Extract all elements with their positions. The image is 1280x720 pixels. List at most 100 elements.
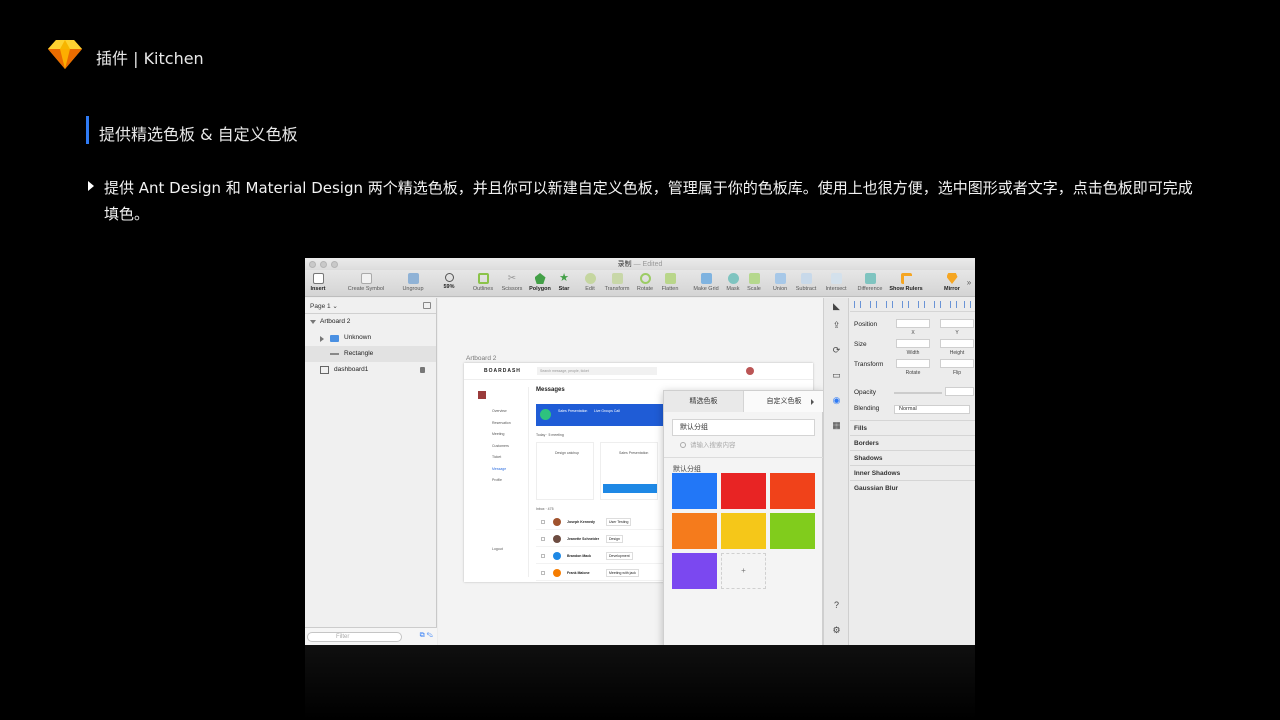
layers-stack-icon[interactable]: ▭ [831,370,842,381]
transform-button[interactable]: Transform [601,273,633,292]
blending-select[interactable]: Normal [894,405,970,414]
width-field[interactable] [896,339,930,348]
tab-curated-palettes[interactable]: 精选色板 [664,391,744,412]
add-page-icon[interactable] [423,302,431,309]
row-name: Jeanette Schneider [567,537,600,541]
artboard-label[interactable]: Artboard 2 [466,355,496,362]
flatten-button[interactable]: Flatten [657,273,683,292]
create-symbol-button[interactable]: Create Symbol [345,273,387,292]
align-top-icon[interactable] [918,301,925,308]
color-swatch[interactable] [770,513,815,549]
color-swatch[interactable] [672,553,717,589]
rotate-button[interactable]: Rotate [634,273,656,292]
align-bottom-icon[interactable] [950,301,957,308]
sketch-logo-icon [48,40,82,69]
scissors-icon: ✂ [507,273,517,284]
color-swatch[interactable] [672,473,717,509]
palette-tabs: 精选色板 自定义色板 [664,391,824,412]
color-swatch[interactable] [672,513,717,549]
shadows-section[interactable]: Shadows [850,450,975,465]
blending-label: Blending [854,405,880,412]
position-y-field[interactable] [940,319,974,328]
dashboard-nav-item: Customers [492,443,509,448]
row-name: Joseph Kennedy [567,520,596,524]
inbox-label: Inbox · 475 [536,507,554,511]
make-grid-button[interactable]: Make Grid [691,273,721,292]
layer-row-dashboard[interactable]: dashboard1 [305,362,436,378]
rotate-field[interactable] [896,359,930,368]
distribute-vertical-icon[interactable] [964,301,971,308]
layer-row-group[interactable]: Unknown [305,330,436,346]
card-action-bar [603,484,657,493]
color-swatch[interactable] [721,513,766,549]
color-swatch[interactable] [721,473,766,509]
distribute-icon[interactable] [870,301,877,308]
meeting-card: Sales Presentation [600,442,658,500]
chevron-right-icon[interactable] [811,399,814,405]
palette-popover: 精选色板 自定义色板 默认分组 请输入搜索内容 默认分组 + [663,390,824,645]
color-swatch[interactable] [770,473,815,509]
star-button[interactable]: ★ Star [554,273,574,293]
align-center-icon[interactable] [886,301,893,308]
ungroup-button[interactable]: Ungroup [399,273,427,292]
union-button[interactable]: Union [769,273,791,292]
subtract-button[interactable]: Subtract [792,273,820,292]
toolbar-overflow-icon[interactable]: » [965,278,973,287]
fills-section[interactable]: Fills [850,420,975,435]
lock-icon[interactable] [420,367,425,373]
banner-avatar-icon [540,409,551,420]
transform-icon [611,273,623,284]
opacity-slider[interactable] [894,392,942,394]
help-icon[interactable]: ? [831,600,842,611]
section-title: 提供精选色板 & 自定义色板 [99,125,298,144]
opacity-field[interactable] [945,387,974,396]
scissors-button[interactable]: ✂ Scissors [499,273,525,292]
outlines-button[interactable]: Outlines [471,273,495,292]
add-swatch-button[interactable]: + [721,553,766,589]
banner-title: Sales Presentation [558,409,588,413]
align-middle-icon[interactable] [934,301,941,308]
meeting-card-title: Sales Presentation [619,451,649,455]
height-label: Height [949,350,965,356]
show-rulers-button[interactable]: Show Rulers [889,273,923,292]
borders-section[interactable]: Borders [850,435,975,450]
row-tag: Development [606,552,633,560]
avatar [553,535,561,543]
dashboard-nav-item: Message [492,466,507,471]
slide-title: 插件 | Kitchen [96,49,204,68]
polygon-button[interactable]: Polygon [527,273,553,292]
disclosure-down-icon[interactable] [310,320,316,324]
table-icon[interactable]: ▦ [831,420,842,431]
edit-button[interactable]: Edit [580,273,600,292]
dashboard-logout: Logout [492,547,503,551]
height-field[interactable] [940,339,974,348]
layer-row-rectangle[interactable]: Rectangle [305,346,436,362]
filter-options-icon[interactable]: ⧉ ✎ [420,632,433,640]
insert-button[interactable]: Insert [309,273,327,292]
zoom-control[interactable]: 59% [433,273,465,290]
mirror-button[interactable]: Mirror [941,273,963,292]
page-selector[interactable]: Page 1 ⌄ [305,298,436,314]
difference-button[interactable]: Difference [853,273,887,292]
gaussian-blur-section[interactable]: Gaussian Blur [850,480,975,495]
layer-row-artboard[interactable]: Artboard 2 [305,314,436,330]
palette-search-input[interactable]: 请输入搜索内容 [672,440,815,452]
group-selector[interactable]: 默认分组 [672,419,815,436]
layer-filter-input[interactable]: Filter [307,632,402,642]
intersect-button[interactable]: Intersect [821,273,851,292]
upload-icon[interactable]: ⇪ [831,320,842,331]
kitchen-icon[interactable]: ◣ [831,301,842,312]
mask-button[interactable]: Mask [723,273,743,292]
palette-icon[interactable]: ◉ [831,395,842,406]
settings-icon[interactable]: ⚙ [831,625,842,636]
align-left-icon[interactable] [854,301,861,308]
position-x-field[interactable] [896,319,930,328]
sync-icon[interactable]: ⟳ [831,345,842,356]
dashboard-nav-item: Meeting [492,432,505,436]
align-right-icon[interactable] [902,301,909,308]
disclosure-right-icon[interactable] [320,336,324,342]
flip-buttons[interactable] [940,359,974,368]
inner-shadows-section[interactable]: Inner Shadows [850,465,975,480]
size-label: Size [854,341,867,348]
scale-button[interactable]: Scale [743,273,765,292]
